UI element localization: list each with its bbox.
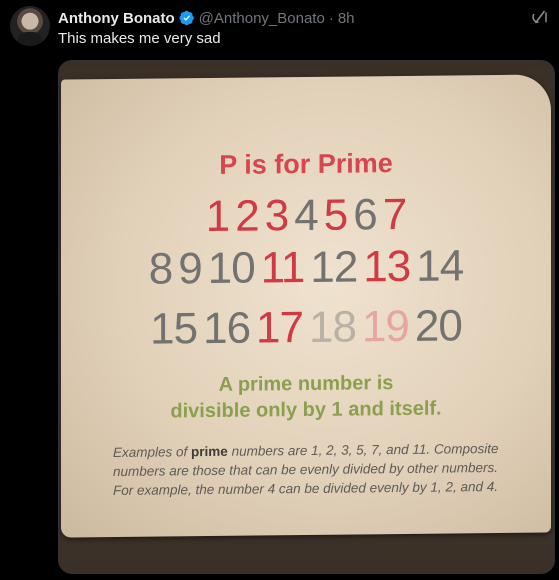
number-7: 7 <box>382 189 407 240</box>
number-row-2: 8 9 10 11 12 13 14 <box>61 240 551 295</box>
verified-badge-icon <box>179 10 194 26</box>
number-4: 4 <box>294 190 318 241</box>
book-title: P is for Prime <box>219 148 393 180</box>
author-name[interactable]: Anthony Bonato <box>58 10 175 27</box>
example-line-3: For example, the number 4 can be divided… <box>113 478 498 499</box>
number-row-3: 15 16 17 18 19 20 <box>61 300 551 355</box>
avatar[interactable] <box>10 6 50 46</box>
tweet-header: Anthony Bonato @Anthony_Bonato · 8h <box>58 8 355 28</box>
example-line-1-post: numbers are 1, 2, 3, 5, 7, and 11. Compo… <box>227 440 499 459</box>
number-16: 16 <box>203 303 251 354</box>
number-10: 10 <box>207 243 255 294</box>
tweet-text: This makes me very sad <box>58 30 221 47</box>
example-line-1-bold: prime <box>191 443 228 460</box>
number-9: 9 <box>178 244 202 294</box>
tweet-timestamp[interactable]: 8h <box>338 10 355 27</box>
number-19: 19 <box>361 301 409 352</box>
tweet-photo[interactable]: P is for Prime 1234567 8 9 10 11 12 13 14 15 16… <box>58 60 555 574</box>
number-2: 2 <box>235 191 259 241</box>
example-line-1-pre: Examples of <box>113 444 192 461</box>
number-13: 13 <box>363 241 411 292</box>
number-6: 6 <box>353 190 377 240</box>
grok-icon[interactable] <box>531 8 549 26</box>
number-18: 18 <box>309 302 356 352</box>
definition-line-2: divisible only by 1 and itself. <box>170 397 442 423</box>
number-8: 8 <box>148 244 173 294</box>
number-20: 20 <box>414 301 462 351</box>
author-handle[interactable]: @Anthony_Bonato <box>199 10 325 27</box>
number-3: 3 <box>264 191 289 241</box>
separator-dot: · <box>328 9 334 27</box>
number-12: 12 <box>310 242 358 292</box>
number-11: 11 <box>260 243 305 293</box>
number-5: 5 <box>323 190 348 240</box>
number-row-1: 1234567 <box>61 188 551 243</box>
number-14: 14 <box>416 241 464 291</box>
number-15: 15 <box>150 304 198 354</box>
book-page: P is for Prime 1234567 8 9 10 11 12 13 14 15 16… <box>61 74 551 538</box>
number-17: 17 <box>256 303 303 353</box>
number-1: 1 <box>205 191 230 242</box>
definition-line-1: A prime number is <box>218 372 394 396</box>
